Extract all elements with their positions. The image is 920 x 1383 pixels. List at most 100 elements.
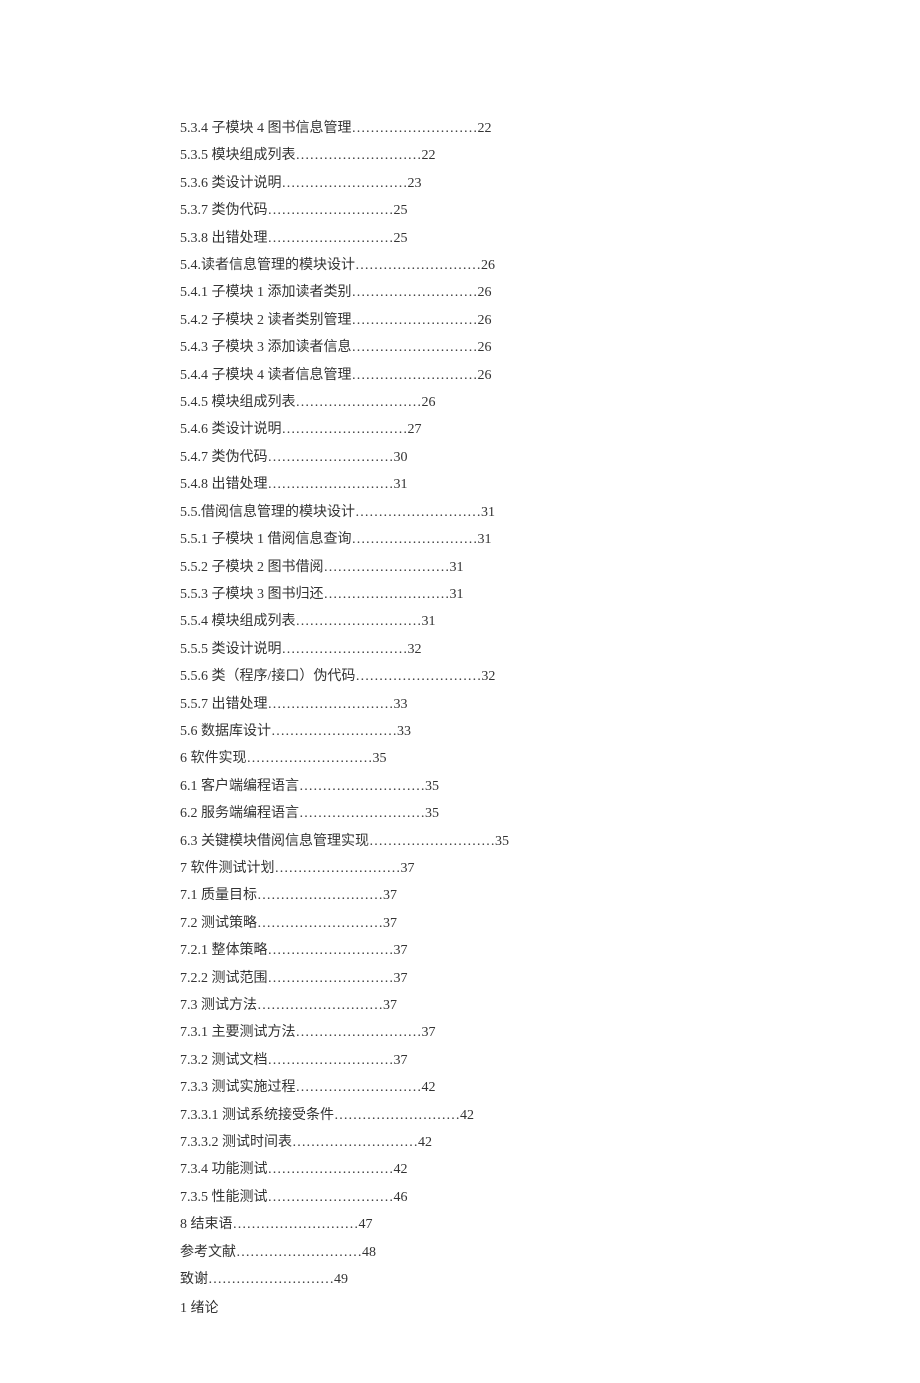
toc-entry: 5.4.4 子模块 4 读者信息管理………………………26 [180, 362, 740, 389]
toc-leader: ……………………… [355, 505, 481, 520]
toc-leader: ……………………… [352, 368, 478, 383]
toc-label: 6.1 客户端编程语言 [180, 779, 299, 794]
toc-entry: 5.6 数据库设计………………………33 [180, 718, 740, 745]
toc-leader: ……………………… [257, 888, 383, 903]
toc-page: 37 [394, 1053, 408, 1068]
toc-leader: ……………………… [352, 121, 478, 136]
toc-label: 7.2.2 测试范围 [180, 971, 268, 986]
toc-leader: ……………………… [282, 642, 408, 657]
toc-entry: 参考文献………………………48 [180, 1239, 740, 1266]
toc-page: 47 [359, 1217, 373, 1232]
toc-entry: 8 结束语………………………47 [180, 1211, 740, 1238]
toc-leader: ……………………… [355, 258, 481, 273]
toc-page: 37 [394, 943, 408, 958]
toc-page: 35 [425, 806, 439, 821]
toc-entry: 5.4.6 类设计说明………………………27 [180, 416, 740, 443]
toc-leader: ……………………… [296, 614, 422, 629]
toc-label: 5.5.5 类设计说明 [180, 642, 282, 657]
toc-label: 5.5.2 子模块 2 图书借阅 [180, 560, 324, 575]
toc-entry: 5.5.5 类设计说明………………………32 [180, 636, 740, 663]
toc-page: 42 [394, 1162, 408, 1177]
toc-leader: ……………………… [324, 560, 450, 575]
toc-leader: ……………………… [257, 998, 383, 1013]
toc-page: 23 [408, 176, 422, 191]
toc-label: 7 软件测试计划 [180, 861, 275, 876]
toc-page: 37 [383, 888, 397, 903]
toc-label: 5.5.借阅信息管理的模块设计 [180, 505, 355, 520]
toc-leader: ……………………… [268, 203, 394, 218]
toc-leader: ……………………… [268, 971, 394, 986]
toc-leader: ……………………… [369, 834, 495, 849]
toc-page: 37 [401, 861, 415, 876]
toc-label: 5.3.5 模块组成列表 [180, 148, 296, 163]
toc-leader: ……………………… [299, 806, 425, 821]
document-page: 5.3.4 子模块 4 图书信息管理………………………22 5.3.5 模块组成列… [0, 0, 920, 1383]
toc-page: 33 [397, 724, 411, 739]
toc-label: 8 结束语 [180, 1217, 233, 1232]
toc-label: 5.6 数据库设计 [180, 724, 271, 739]
toc-leader: ……………………… [355, 669, 481, 684]
toc-label: 5.4.6 类设计说明 [180, 422, 282, 437]
toc-label: 7.2.1 整体策略 [180, 943, 268, 958]
toc-label: 5.4.3 子模块 3 添加读者信息 [180, 340, 352, 355]
toc-entry: 5.3.4 子模块 4 图书信息管理………………………22 [180, 115, 740, 142]
toc-label: 5.5.6 类（程序/接口）伪代码 [180, 669, 355, 684]
toc-label: 5.3.7 类伪代码 [180, 203, 268, 218]
toc-entry: 7.3.3 测试实施过程………………………42 [180, 1074, 740, 1101]
toc-leader: ……………………… [268, 231, 394, 246]
toc-entry: 6.1 客户端编程语言………………………35 [180, 773, 740, 800]
toc-page: 48 [362, 1245, 376, 1260]
toc-leader: ……………………… [247, 751, 373, 766]
toc-page: 25 [394, 231, 408, 246]
toc-page: 31 [394, 477, 408, 492]
toc-entry: 5.5.7 出错处理………………………33 [180, 691, 740, 718]
toc-label: 参考文献 [180, 1245, 236, 1260]
toc-leader: ……………………… [268, 1190, 394, 1205]
toc-leader: ……………………… [296, 1025, 422, 1040]
toc-label: 5.4.读者信息管理的模块设计 [180, 258, 355, 273]
toc-label: 6.2 服务端编程语言 [180, 806, 299, 821]
toc-entry: 7.1 质量目标………………………37 [180, 882, 740, 909]
toc-leader: ……………………… [268, 1053, 394, 1068]
toc-leader: ……………………… [268, 697, 394, 712]
toc-entry: 6 软件实现………………………35 [180, 745, 740, 772]
toc-page: 31 [422, 614, 436, 629]
toc-leader: ……………………… [352, 532, 478, 547]
toc-leader: ……………………… [296, 1080, 422, 1095]
toc-leader: ……………………… [233, 1217, 359, 1232]
toc-label: 7.3.4 功能测试 [180, 1162, 268, 1177]
toc-leader: ……………………… [324, 587, 450, 602]
toc-page: 32 [481, 669, 495, 684]
toc-entry: 5.4.读者信息管理的模块设计………………………26 [180, 252, 740, 279]
toc-page: 37 [383, 998, 397, 1013]
toc-label: 7.3.1 主要测试方法 [180, 1025, 296, 1040]
section-heading: 1 绪论 [180, 1295, 740, 1322]
toc-entry: 5.4.7 类伪代码………………………30 [180, 444, 740, 471]
toc-leader: ……………………… [208, 1272, 334, 1287]
toc-leader: ……………………… [352, 340, 478, 355]
toc-leader: ……………………… [268, 477, 394, 492]
toc-page: 26 [478, 313, 492, 328]
toc-label: 7.3.5 性能测试 [180, 1190, 268, 1205]
toc-page: 30 [394, 450, 408, 465]
toc-entry: 7 软件测试计划………………………37 [180, 855, 740, 882]
toc-page: 35 [425, 779, 439, 794]
toc-label: 5.4.1 子模块 1 添加读者类别 [180, 285, 352, 300]
toc-leader: ……………………… [275, 861, 401, 876]
toc-entry: 5.4.5 模块组成列表………………………26 [180, 389, 740, 416]
toc-page: 27 [408, 422, 422, 437]
toc-label: 7.1 质量目标 [180, 888, 257, 903]
toc-page: 25 [394, 203, 408, 218]
toc-leader: ……………………… [299, 779, 425, 794]
toc-label: 5.3.8 出错处理 [180, 231, 268, 246]
toc-label: 5.3.6 类设计说明 [180, 176, 282, 191]
toc-label: 6.3 关键模块借阅信息管理实现 [180, 834, 369, 849]
toc-leader: ……………………… [334, 1108, 460, 1123]
toc-entry: 致谢………………………49 [180, 1266, 740, 1293]
toc-page: 33 [394, 697, 408, 712]
toc-leader: ……………………… [282, 422, 408, 437]
toc-leader: ……………………… [268, 943, 394, 958]
toc-entry: 6.2 服务端编程语言………………………35 [180, 800, 740, 827]
toc-page: 26 [478, 340, 492, 355]
toc-page: 22 [478, 121, 492, 136]
